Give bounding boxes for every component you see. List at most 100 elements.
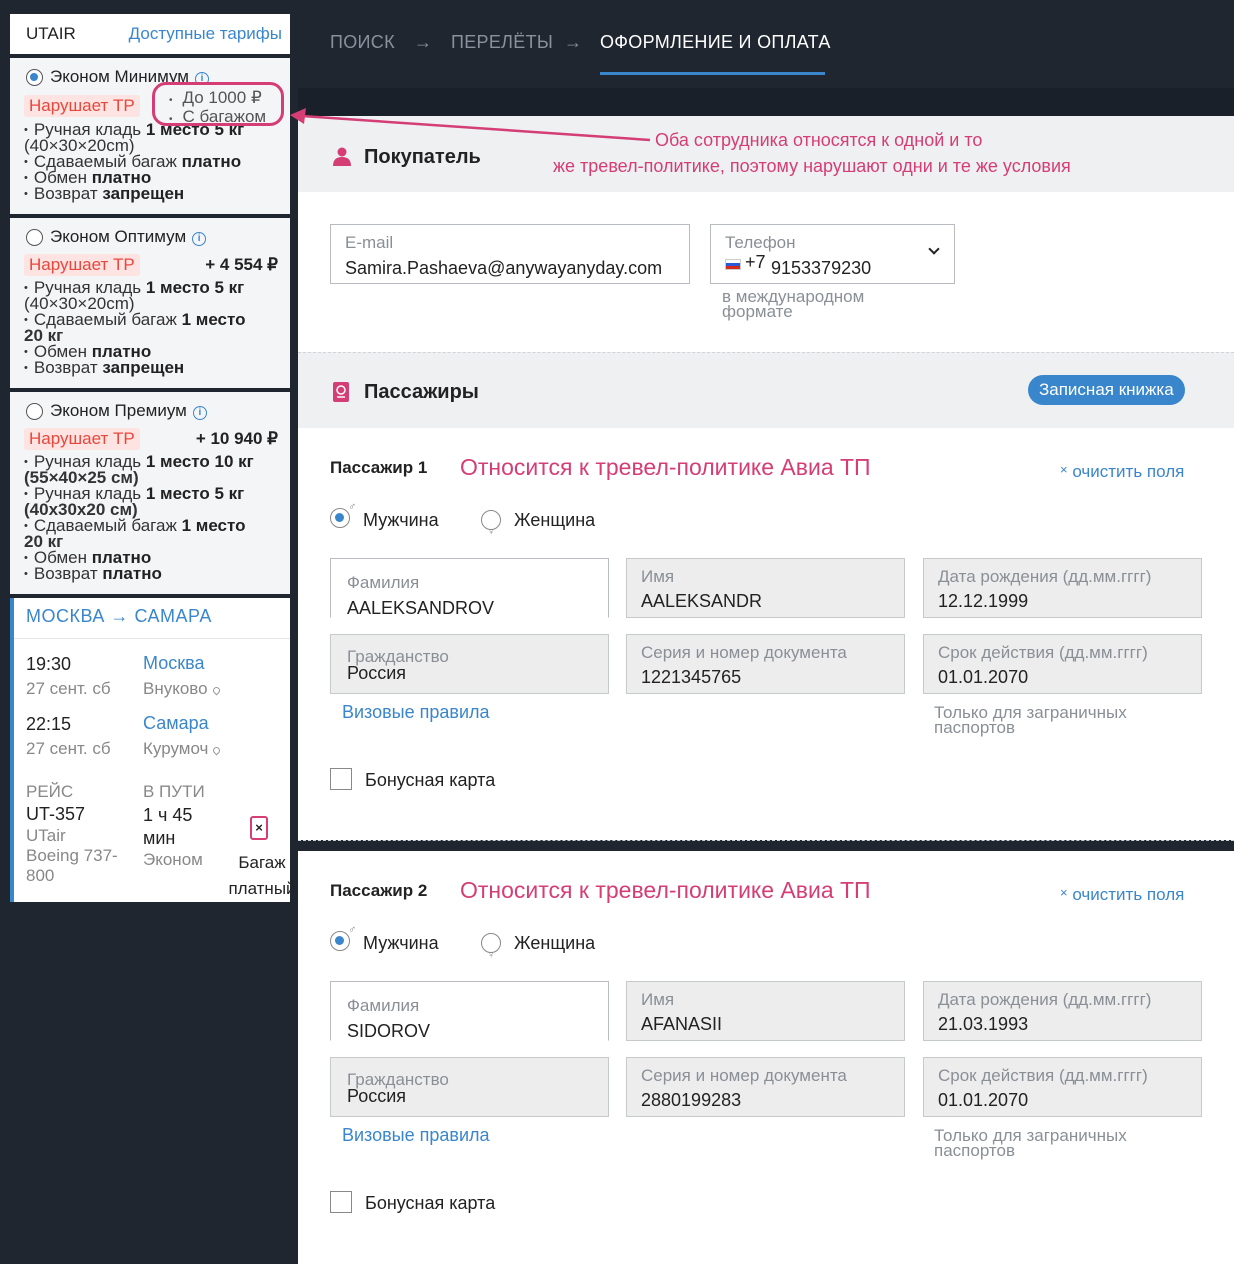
passenger-1-section: Пассажир 1 Относится к тревел-политике А… (298, 428, 1234, 840)
bubble-point: • С багажом (169, 107, 267, 126)
departure-time: 19:30 (26, 654, 72, 674)
paid-baggage-icon: × (250, 816, 268, 840)
phone-hint: в международном формате (722, 287, 865, 321)
annotation-line-2: же тревел-политике, поэтому нарушают одн… (553, 156, 1071, 176)
document-expiry-field[interactable]: Срок действия (дд.мм.гггг) 01.01.2070 (923, 634, 1202, 694)
female-label: Женщина (514, 933, 596, 953)
birth-date-label: Дата рождения (дд.мм.гггг) (938, 567, 1152, 586)
passengers-title: Пассажиры (364, 381, 479, 403)
birth-date-field[interactable]: Дата рождения (дд.мм.гггг) 21.03.1993 (923, 981, 1202, 1041)
close-icon: × (1060, 885, 1068, 900)
document-expiry-label: Срок действия (дд.мм.гггг) (938, 643, 1148, 662)
surname-field[interactable]: Фамилия SIDOROV (330, 981, 609, 1041)
passenger-annotation: Относится к тревел-политике Авиа ТП (460, 877, 871, 903)
male-radio[interactable] (330, 508, 350, 528)
departure-city[interactable]: Москва (143, 653, 204, 674)
route-title: МОСКВА → САМАРА (26, 606, 212, 626)
passengers-section-header: Пассажиры Записная книжка (298, 352, 1234, 428)
close-icon: × (1060, 462, 1068, 477)
clear-fields-link[interactable]: × очистить поля (1060, 885, 1184, 905)
passport-icon (333, 382, 349, 402)
flight-route-card: МОСКВА → САМАРА 19:30 27 сент. сб Москва… (10, 598, 296, 902)
document-expiry-value: 01.01.2070 (938, 667, 1029, 687)
citizenship-field[interactable]: Гражданство Россия (330, 634, 609, 694)
baggage-status: Багаж платный (228, 853, 296, 898)
available-tariffs-link[interactable]: Доступные тарифы (129, 24, 282, 44)
airline-brand: UTAIR (26, 24, 76, 43)
tariff-features: • Ручная кладь 1 место 5 кг (40×30×20cm) … (24, 121, 284, 203)
male-label: Мужчина (363, 510, 439, 530)
info-icon[interactable]: i (192, 232, 207, 246)
phone-value: 9153379230 (771, 258, 872, 278)
step-flights[interactable]: ПЕРЕЛЁТЫ (451, 32, 553, 53)
document-number-field[interactable]: Серия и номер документа 2880199283 (626, 1057, 905, 1117)
male-label: Мужчина (363, 933, 439, 953)
tariff-name: Эконом Оптимум i (50, 228, 207, 246)
tariff-radio[interactable] (26, 229, 43, 246)
visa-rules-link[interactable]: Визовые правила (342, 1125, 490, 1146)
clear-fields-link[interactable]: × очистить поля (1060, 462, 1184, 482)
phone-label: Телефон (725, 233, 796, 252)
tariff-radio[interactable] (26, 69, 43, 86)
flight-number: UT-357 (26, 804, 86, 824)
step-arrow: → (414, 32, 433, 52)
info-icon[interactable]: i (192, 406, 207, 420)
birth-date-field[interactable]: Дата рождения (дд.мм.гггг) 12.12.1999 (923, 558, 1202, 618)
step-arrow: → (564, 32, 583, 52)
chevron-down-icon[interactable] (928, 243, 940, 255)
bonus-card-label: Бонусная карта (365, 770, 496, 790)
arrival-date: 27 сент. сб (26, 739, 111, 758)
female-symbol-icon: ♀ (487, 526, 496, 538)
male-symbol-icon: ♂ (348, 501, 357, 513)
feature-item: • Сдаваемый багаж 1 место (24, 310, 246, 329)
step-search[interactable]: ПОИСК (330, 32, 395, 53)
location-pin-icon (211, 745, 222, 756)
step-checkout-payment[interactable]: ОФОРМЛЕНИЕ И ОПЛАТА (600, 32, 831, 53)
citizenship-field[interactable]: Гражданство Россия (330, 1057, 609, 1117)
first-name-value: AFANASII (641, 1014, 723, 1034)
tariff-features: • Ручная кладь 1 место 10 кг (55×40×25 см… (24, 453, 284, 583)
surname-label: Фамилия (347, 996, 420, 1015)
passenger-annotation: Относится к тревел-политике Авиа ТП (460, 454, 871, 480)
arrival-airport: Курумоч (143, 739, 222, 759)
feature-item: • Возврат платно (24, 564, 162, 583)
divider (14, 638, 290, 639)
feature-item: • Возврат запрещен (24, 184, 185, 203)
passenger-title: Пассажир 2 (330, 881, 428, 900)
tariff-price: + 4 554 ₽ (205, 255, 278, 274)
surname-field[interactable]: Фамилия AALEKSANDROV (330, 558, 609, 618)
phone-field[interactable]: Телефон +7 9153379230 (710, 224, 955, 284)
bonus-card-checkbox[interactable] (330, 1191, 352, 1213)
female-symbol-icon: ♀ (487, 949, 496, 961)
sidebar-header: UTAIR Доступные тарифы (10, 14, 290, 54)
phone-code: +7 (745, 252, 766, 272)
visa-rules-link[interactable]: Визовые правила (342, 702, 490, 723)
highlight-bubble: • До 1000 ₽ • С багажом (152, 82, 284, 126)
tariff-sidebar: UTAIR Доступные тарифы Эконом Минимум i Н… (0, 0, 298, 1264)
bonus-card-checkbox[interactable] (330, 768, 352, 790)
annotation-arrow (290, 108, 651, 142)
arrival-time: 22:15 (26, 714, 72, 734)
arrival-city[interactable]: Самара (143, 713, 209, 734)
document-number-field[interactable]: Серия и номер документа 1221345765 (626, 634, 905, 694)
document-expiry-field[interactable]: Срок действия (дд.мм.гггг) 01.01.2070 (923, 1057, 1202, 1117)
tariff-option-economy-optimum[interactable]: Эконом Оптимум i Нарушает ТР + 4 554 ₽ • Р… (10, 218, 290, 388)
passenger-2-section: Пассажир 2 Относится к тревел-политике А… (298, 851, 1234, 1264)
cabin-class: Эконом (143, 850, 203, 869)
first-name-field[interactable]: Имя AFANASII (626, 981, 905, 1041)
tariff-option-economy-minimum[interactable]: Эконом Минимум i Нарушает ТР • Ручная клад… (10, 58, 290, 214)
departure-airport: Внуково (143, 679, 222, 699)
passenger-title: Пассажир 1 (330, 458, 428, 477)
tariff-features: • Ручная кладь 1 место 5 кг (40×30×20cm) … (24, 279, 284, 376)
surname-label: Фамилия (347, 573, 420, 592)
tariff-option-economy-premium[interactable]: Эконом Премиум i Нарушает ТР + 10 940 ₽ •… (10, 392, 290, 594)
first-name-field[interactable]: Имя AALEKSANDR (626, 558, 905, 618)
document-number-value: 2880199283 (641, 1090, 742, 1110)
notebook-button[interactable]: Записная книжка (1028, 375, 1185, 405)
email-field[interactable]: E-mail Samira.Pashaeva@anywayanyday.com (330, 224, 690, 284)
russia-flag-icon (725, 259, 741, 270)
male-radio[interactable] (330, 931, 350, 951)
tariff-radio[interactable] (26, 403, 43, 420)
feature-item: • Сдаваемый багаж 1 место (24, 516, 246, 535)
departure-date: 27 сент. сб (26, 679, 111, 698)
